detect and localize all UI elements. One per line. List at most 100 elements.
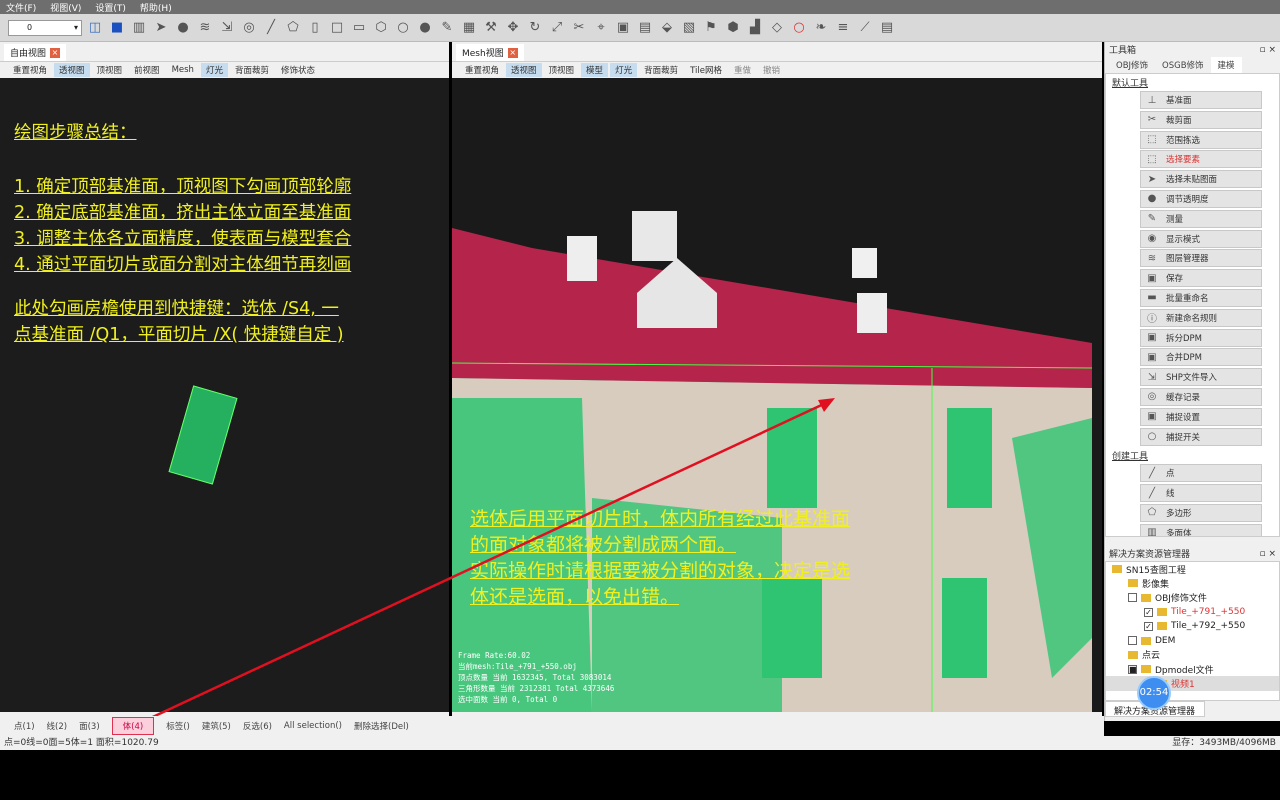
tree-item[interactable]: 点云 xyxy=(1106,648,1279,662)
tool-button[interactable]: ▣ 合并DPM xyxy=(1140,348,1262,367)
tool-button[interactable]: ≋ 图层管理器 xyxy=(1140,249,1262,268)
tool-button[interactable]: ╱ 点 xyxy=(1140,464,1262,483)
solution-explorer: 解决方案资源管理器 ▫ × SN15查图工程 影像集 OBJ修饰文件 ✓ Tile_+79… xyxy=(1104,546,1280,721)
tool-button[interactable]: ⬠ 多边形 xyxy=(1140,503,1262,522)
tool-icon: ╱ xyxy=(1148,487,1156,499)
tool-icon: ◉ xyxy=(1147,233,1157,245)
tab-osgb-decorate[interactable]: OSGB修饰 xyxy=(1155,57,1211,73)
tree-label: Dpmodel文件 xyxy=(1155,665,1214,676)
tree-item[interactable]: DEM xyxy=(1106,633,1279,647)
tool-button[interactable]: ⓘ 新建命名规则 xyxy=(1140,308,1262,327)
tool-label: 显示模式 xyxy=(1166,234,1201,245)
tree-item[interactable]: ✓ Tile_+792_+550 xyxy=(1106,619,1279,633)
tool-label: 线 xyxy=(1166,489,1175,500)
tool-button[interactable]: ◉ 显示模式 xyxy=(1140,229,1262,248)
solution-title: 解决方案资源管理器 xyxy=(1109,550,1191,560)
tool-button[interactable]: ➤ 选择未贴图面 xyxy=(1140,170,1262,189)
tool-icon: ▥ xyxy=(1147,527,1157,537)
tree-item[interactable]: ■ Dpmodel文件 xyxy=(1106,662,1279,676)
timer-badge: 02:54 xyxy=(1137,676,1171,710)
tree-label: Tile_+791_+550 xyxy=(1171,607,1246,618)
tool-icon: ▣ xyxy=(1147,351,1157,363)
tool-button[interactable]: ▬ 批量重命名 xyxy=(1140,288,1262,307)
folder-icon xyxy=(1141,636,1151,645)
checkbox[interactable]: ✓ xyxy=(1144,607,1153,617)
tool-label: 选择未贴图面 xyxy=(1166,175,1218,186)
selection-mode-button[interactable]: 点(1) xyxy=(14,720,35,732)
tool-section-header[interactable]: 默认工具 xyxy=(1106,74,1279,91)
tool-button[interactable]: ⇲ SHP文件导入 xyxy=(1140,368,1262,387)
tool-icon: ▣ xyxy=(1147,411,1157,423)
selection-mode-button[interactable]: 线(2) xyxy=(47,720,68,732)
tool-label: 图层管理器 xyxy=(1166,254,1209,265)
tool-icon: ▣ xyxy=(1147,332,1157,344)
tool-button[interactable]: ⬚ 选择要素 xyxy=(1140,150,1262,169)
checkbox[interactable]: ✓ xyxy=(1144,621,1153,631)
tree-item[interactable]: SN15查图工程 xyxy=(1106,562,1279,576)
selection-mode-button[interactable]: 反选(6) xyxy=(243,720,272,732)
tool-icon: ◎ xyxy=(1147,391,1157,403)
solution-tree: SN15查图工程 影像集 OBJ修饰文件 ✓ Tile_+791_+550 ✓ Tile_+… xyxy=(1105,561,1280,701)
tree-item[interactable]: 影像集 xyxy=(1106,576,1279,590)
vram-usage: 显存：3493MB/4096MB xyxy=(1172,738,1276,748)
selection-mode-button[interactable]: 体(4) xyxy=(111,717,155,735)
tool-label: 裁剪面 xyxy=(1166,115,1192,126)
tool-icon: ╱ xyxy=(1148,467,1156,479)
tool-button[interactable]: ✂ 裁剪面 xyxy=(1140,110,1262,129)
toolbox-title: 工具箱 xyxy=(1109,46,1137,56)
tab-modeling[interactable]: 建模 xyxy=(1210,57,1242,73)
folder-icon xyxy=(1128,650,1138,659)
tree-label: 点云 xyxy=(1142,651,1161,662)
selection-mode-button[interactable]: 面(3) xyxy=(79,720,100,732)
selection-mode-button[interactable]: 建筑(5) xyxy=(202,720,231,732)
close-icon[interactable]: ▫ × xyxy=(1259,549,1276,559)
tool-button[interactable]: ⊥ 基准面 xyxy=(1140,91,1262,109)
tool-button[interactable]: ▣ 捕捉设置 xyxy=(1140,407,1262,426)
tool-label: 测量 xyxy=(1166,214,1184,225)
tool-icon: ▬ xyxy=(1147,292,1157,304)
tool-button[interactable]: ◎ 缓存记录 xyxy=(1140,387,1262,406)
tree-label: 影像集 xyxy=(1142,579,1170,590)
tool-label: 缓存记录 xyxy=(1166,392,1201,403)
folder-icon xyxy=(1112,565,1122,574)
selection-stats: 点=0线=0面=5体=1 面积=1020.79 xyxy=(4,738,159,748)
tool-label: 拆分DPM xyxy=(1166,333,1203,344)
tree-item[interactable]: OBJ修饰文件 xyxy=(1106,591,1279,605)
tree-item[interactable]: ✓视频1 xyxy=(1106,676,1279,691)
tree-label: 视频1 xyxy=(1171,680,1195,691)
selection-mode-button[interactable]: All selection() xyxy=(284,721,342,731)
tree-label: DEM xyxy=(1155,635,1176,646)
close-icon[interactable]: ▫ × xyxy=(1259,45,1276,55)
checkbox[interactable] xyxy=(1128,636,1137,646)
tool-button[interactable]: ✎ 测量 xyxy=(1140,209,1262,228)
tool-label: 点 xyxy=(1166,469,1175,480)
tool-label: 新建命名规则 xyxy=(1166,313,1218,324)
tool-icon: ⊥ xyxy=(1147,94,1157,106)
folder-icon xyxy=(1157,608,1167,617)
folder-icon xyxy=(1128,579,1138,588)
tool-label: 批量重命名 xyxy=(1166,293,1209,304)
selection-mode-button[interactable]: 删除选择(Del) xyxy=(354,720,409,732)
tab-obj-decorate[interactable]: OBJ修饰 xyxy=(1109,57,1155,73)
tool-icon: ≋ xyxy=(1147,252,1157,264)
tool-button[interactable]: ○ 捕捉开关 xyxy=(1140,427,1262,446)
tree-item[interactable]: ✓ Tile_+791_+550 xyxy=(1106,605,1279,619)
tool-icon: ⬚ xyxy=(1147,134,1157,146)
selection-mode-bar: 点(1) 线(2) 面(3) 体(4) 标签() 建筑(5) 反选(6) All select… xyxy=(0,716,1104,736)
tool-button[interactable]: ▣ 拆分DPM xyxy=(1140,328,1262,347)
tool-button[interactable]: ● 调节透明度 xyxy=(1140,189,1262,208)
checkbox[interactable] xyxy=(1128,593,1137,603)
tool-button[interactable]: ▥ 多面体 xyxy=(1140,523,1262,537)
tool-button[interactable]: ⬚ 范围拣选 xyxy=(1140,130,1262,149)
tool-section-header[interactable]: 创建工具 xyxy=(1106,447,1279,464)
tool-icon: ▣ xyxy=(1147,272,1157,284)
tool-label: 选择要素 xyxy=(1166,155,1201,166)
selection-mode-button[interactable]: 标签() xyxy=(166,720,190,732)
tool-button[interactable]: ▣ 保存 xyxy=(1140,269,1262,288)
tree-label: SN15查图工程 xyxy=(1126,565,1186,576)
checkbox[interactable]: ■ xyxy=(1128,664,1137,674)
tool-label: 合并DPM xyxy=(1166,353,1203,364)
tool-button[interactable]: ╱ 线 xyxy=(1140,484,1262,503)
folder-icon xyxy=(1157,622,1167,631)
tool-label: 范围拣选 xyxy=(1166,135,1201,146)
